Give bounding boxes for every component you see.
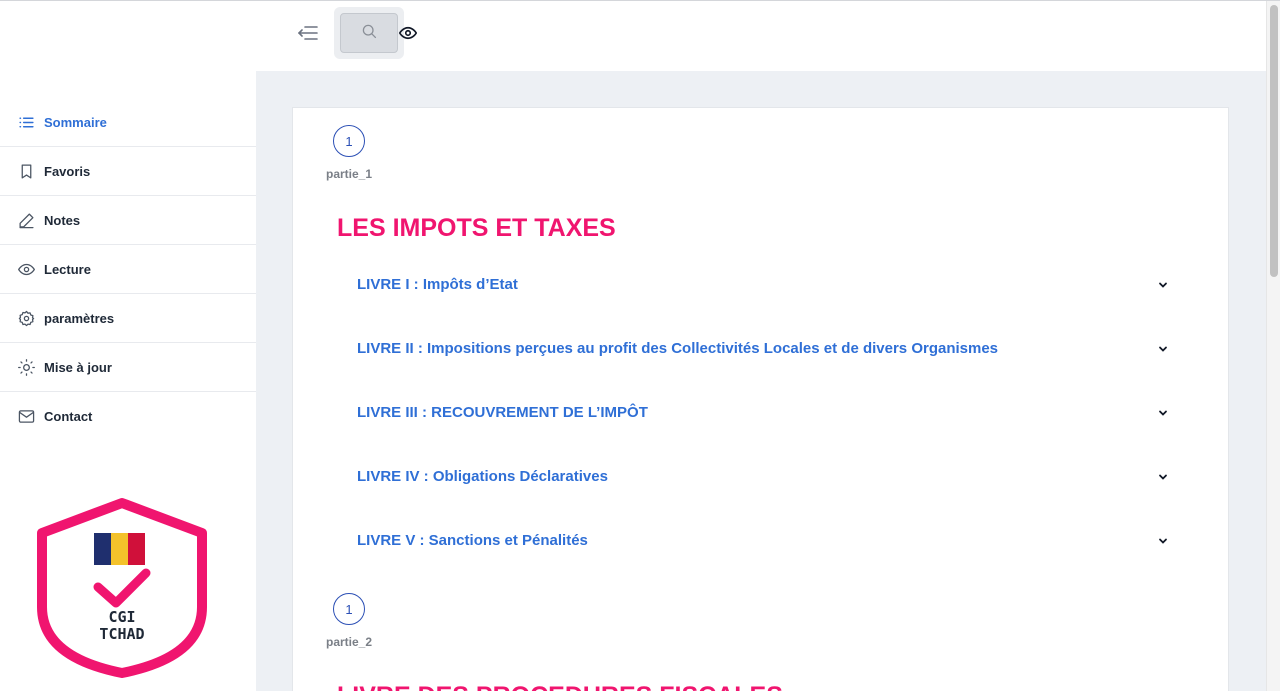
gear-icon	[18, 310, 35, 327]
livre-label: LIVRE II : Impositions perçues au profit…	[357, 339, 999, 357]
svg-text:TCHAD: TCHAD	[99, 625, 144, 643]
livre-item-5[interactable]: LIVRE V : Sanctions et Pénalités	[357, 529, 1169, 551]
sidebar-item-label: Favoris	[44, 163, 91, 179]
part-number-badge: 1	[333, 593, 365, 625]
search-container	[334, 7, 404, 59]
chevron-down-icon[interactable]	[1157, 342, 1169, 354]
livre-label: LIVRE III : RECOUVREMENT DE L’IMPÔT	[357, 403, 648, 421]
sidebar-nav: Sommaire Favoris Notes Lecture paramètre…	[0, 98, 256, 441]
cgi-tchad-logo: CGI TCHAD	[37, 498, 207, 678]
search-button[interactable]	[340, 13, 398, 53]
section-title: LES IMPOTS ET TAXES	[337, 214, 616, 242]
sidebar-item-sommaire[interactable]: Sommaire	[0, 98, 256, 147]
bookmark-icon	[18, 163, 35, 180]
scrollbar-thumb[interactable]	[1270, 5, 1278, 277]
chevron-down-icon[interactable]	[1157, 406, 1169, 418]
section-title: LIVRE DES PROCEDURES FISCALES	[337, 682, 783, 691]
main-content: 1 partie_1 LES IMPOTS ET TAXES LIVRE I :…	[256, 71, 1266, 691]
sun-icon	[18, 358, 35, 376]
sidebar-item-mise-a-jour[interactable]: Mise à jour	[0, 343, 256, 392]
pencil-icon	[18, 212, 35, 229]
sidebar-item-label: Lecture	[44, 261, 91, 277]
livre-item-3[interactable]: LIVRE III : RECOUVREMENT DE L’IMPÔT	[357, 401, 1169, 423]
sidebar-item-label: Notes	[44, 212, 81, 228]
eye-icon[interactable]	[398, 24, 418, 42]
sidebar-item-lecture[interactable]: Lecture	[0, 245, 256, 294]
livre-label: LIVRE V : Sanctions et Pénalités	[357, 531, 588, 549]
sidebar-item-notes[interactable]: Notes	[0, 196, 256, 245]
livre-item-4[interactable]: LIVRE IV : Obligations Déclaratives	[357, 465, 1169, 487]
svg-text:CGI: CGI	[108, 608, 135, 626]
top-bar	[256, 1, 1266, 71]
eye-icon	[18, 261, 35, 278]
sidebar-item-favoris[interactable]: Favoris	[0, 147, 256, 196]
sidebar-item-label: paramètres	[44, 310, 115, 326]
livre-item-2[interactable]: LIVRE II : Impositions perçues au profit…	[357, 337, 1169, 359]
summary-card: 1 partie_1 LES IMPOTS ET TAXES LIVRE I :…	[292, 107, 1229, 691]
mail-icon	[18, 408, 35, 425]
livre-label: LIVRE I : Impôts d’Etat	[357, 275, 518, 293]
sidebar-item-label: Sommaire	[44, 114, 107, 130]
search-icon	[361, 23, 377, 44]
sidebar-item-parametres[interactable]: paramètres	[0, 294, 256, 343]
sidebar-item-label: Contact	[44, 409, 93, 424]
chevron-down-icon[interactable]	[1157, 278, 1169, 290]
sidebar: Sommaire Favoris Notes Lecture paramètre…	[0, 1, 256, 691]
sidebar-item-label: Mise à jour	[44, 359, 112, 375]
chevron-down-icon[interactable]	[1157, 534, 1169, 546]
part-label: partie_1	[326, 167, 373, 181]
collapse-menu-icon[interactable]	[297, 23, 318, 43]
sidebar-item-contact[interactable]: Contact	[0, 392, 256, 441]
list-icon	[18, 114, 35, 131]
livre-item-1[interactable]: LIVRE I : Impôts d’Etat	[357, 273, 1169, 295]
part-number-badge: 1	[333, 125, 365, 157]
chevron-down-icon[interactable]	[1157, 470, 1169, 482]
part-label: partie_2	[326, 635, 373, 649]
scrollbar[interactable]	[1266, 1, 1280, 691]
livre-label: LIVRE IV : Obligations Déclaratives	[357, 467, 608, 485]
